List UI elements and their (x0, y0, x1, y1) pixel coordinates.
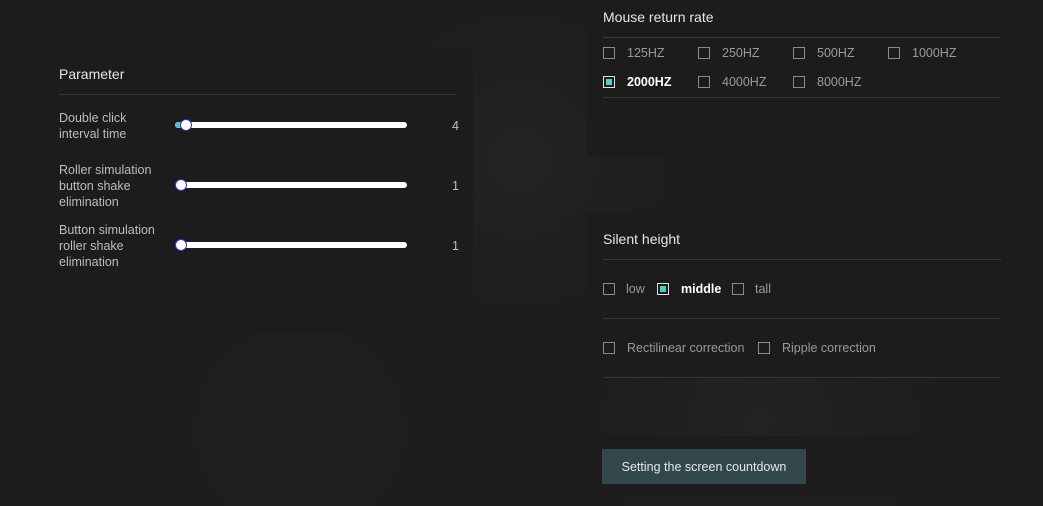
checkbox-icon[interactable] (758, 342, 770, 354)
param-row-double-click: Double click interval time 4 (59, 110, 473, 160)
checkbox-icon[interactable] (888, 47, 900, 59)
option-label: 4000HZ (722, 75, 767, 89)
slider-track (175, 122, 407, 128)
checkbox-icon[interactable] (793, 76, 805, 88)
silent-option-tall[interactable]: tall (732, 282, 771, 296)
param-value: 1 (452, 179, 459, 193)
rate-option-125[interactable]: 125HZ (603, 46, 665, 60)
mouse-return-rate-title: Mouse return rate (603, 9, 714, 25)
slider-track (175, 242, 407, 248)
double-click-slider[interactable] (175, 119, 407, 131)
checkbox-icon[interactable] (657, 283, 669, 295)
option-label: 250HZ (722, 46, 760, 60)
slider-thumb[interactable] (175, 179, 187, 191)
checkbox-icon[interactable] (603, 47, 615, 59)
rate-option-1000[interactable]: 1000HZ (888, 46, 956, 60)
checkbox-icon[interactable] (603, 283, 615, 295)
silent-divider-bottom (603, 377, 1001, 378)
parameter-title: Parameter (59, 66, 125, 82)
silent-option-low[interactable]: low (603, 282, 645, 296)
option-label: 125HZ (627, 46, 665, 60)
mouse-return-rate-panel: Mouse return rate 125HZ 250HZ 500HZ 1000… (587, 0, 1017, 157)
slider-thumb[interactable] (179, 119, 192, 131)
slider-thumb[interactable] (175, 239, 187, 251)
ripple-correction-option[interactable]: Ripple correction (758, 341, 876, 355)
option-label: middle (681, 282, 722, 296)
checkbox-icon[interactable] (603, 76, 615, 88)
checkbox-icon[interactable] (793, 47, 805, 59)
rate-divider-bottom (603, 97, 1001, 98)
silent-height-panel: Silent height low middle tall Rectilinea… (587, 214, 1017, 379)
rate-option-2000[interactable]: 2000HZ (603, 75, 671, 89)
rate-option-4000[interactable]: 4000HZ (698, 75, 766, 89)
silent-height-title: Silent height (603, 231, 681, 247)
screen-countdown-button[interactable]: Setting the screen countdown (602, 449, 806, 484)
param-value: 1 (452, 239, 459, 253)
checkbox-icon[interactable] (603, 342, 615, 354)
option-label: 8000HZ (817, 75, 862, 89)
button-shake-slider[interactable] (175, 239, 407, 251)
rate-option-8000[interactable]: 8000HZ (793, 75, 861, 89)
param-label: Roller simulation button shake eliminati… (59, 163, 152, 209)
option-label: Rectilinear correction (627, 341, 745, 355)
checkbox-icon[interactable] (698, 47, 710, 59)
param-label: Double click interval time (59, 111, 127, 141)
slider-track (175, 182, 407, 188)
silent-divider-top (603, 259, 1001, 260)
option-label: Ripple correction (782, 341, 876, 355)
rate-option-250[interactable]: 250HZ (698, 46, 760, 60)
parameter-divider (59, 94, 457, 95)
option-label: 2000HZ (627, 75, 672, 89)
param-value: 4 (452, 119, 459, 133)
silent-divider-middle (603, 318, 1001, 319)
param-row-button-shake: Button simulation roller shake eliminati… (59, 222, 473, 272)
parameter-panel: Parameter Double click interval time 4 R… (43, 50, 473, 333)
option-label: 1000HZ (912, 46, 957, 60)
param-label: Button simulation roller shake eliminati… (59, 223, 155, 269)
checkbox-icon[interactable] (732, 283, 744, 295)
rate-divider-top (603, 37, 1001, 38)
checkbox-icon[interactable] (698, 76, 710, 88)
countdown-panel: Setting the screen countdown (587, 436, 1017, 496)
option-label: low (626, 282, 645, 296)
rectilinear-correction-option[interactable]: Rectilinear correction (603, 341, 744, 355)
rate-option-500[interactable]: 500HZ (793, 46, 855, 60)
option-label: tall (755, 282, 771, 296)
option-label: 500HZ (817, 46, 855, 60)
roller-shake-slider[interactable] (175, 179, 407, 191)
silent-option-middle[interactable]: middle (657, 282, 721, 296)
param-row-roller-shake: Roller simulation button shake eliminati… (59, 162, 473, 212)
